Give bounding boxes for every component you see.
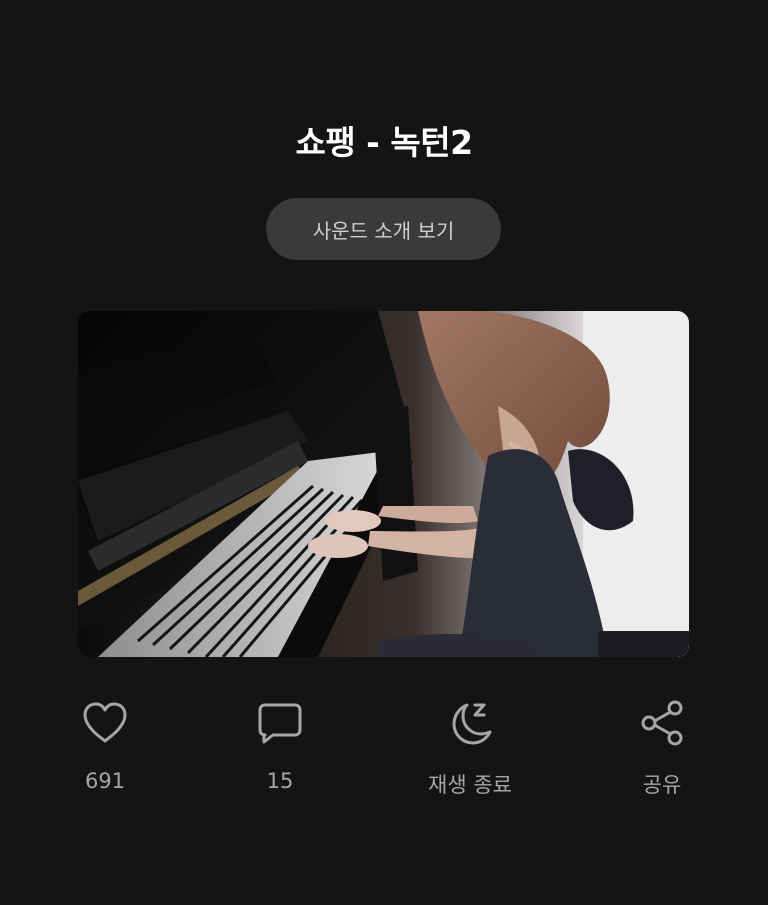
piano-scene-image <box>78 311 689 657</box>
comment-count: 15 <box>266 769 294 793</box>
heart-icon <box>35 695 175 751</box>
video-thumbnail[interactable] <box>78 311 689 657</box>
page-title: 쇼팽 - 녹턴2 <box>295 123 473 162</box>
like-count: 691 <box>84 769 126 793</box>
share-icon <box>592 695 732 751</box>
sound-intro-button[interactable]: 사운드 소개 보기 <box>266 198 501 260</box>
share-button[interactable]: 공유 <box>592 695 732 805</box>
sleep-timer-icon <box>400 695 540 751</box>
comment-icon <box>210 695 350 751</box>
like-button[interactable]: 691 <box>35 695 175 805</box>
action-bar: 691 15 재생 종료 공유 <box>0 695 768 805</box>
sleep-timer-label: 재생 종료 <box>428 773 512 797</box>
comment-button[interactable]: 15 <box>210 695 350 805</box>
sleep-timer-button[interactable]: 재생 종료 <box>400 695 540 805</box>
share-label: 공유 <box>642 773 682 797</box>
